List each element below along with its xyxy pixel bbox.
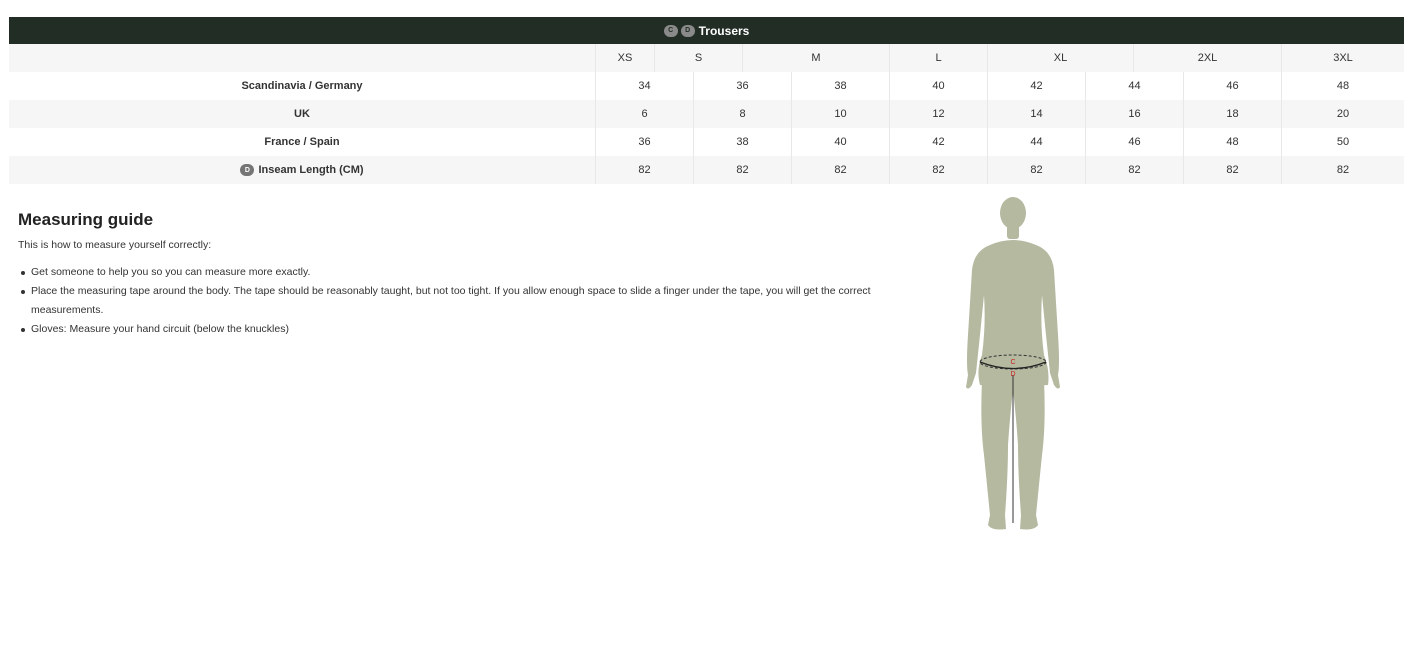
table-cell: 44 [1085, 72, 1183, 100]
measuring-guide: Measuring guide This is how to measure y… [18, 210, 918, 339]
table-cell: 46 [1085, 128, 1183, 156]
table-cell: 38 [693, 128, 791, 156]
table-cell: 42 [889, 128, 987, 156]
size-header-s: S [654, 44, 742, 72]
row-label-text: UK [294, 108, 310, 120]
size-header-m: M [742, 44, 889, 72]
table-cell: 38 [791, 72, 889, 100]
row-label-text: Inseam Length (CM) [258, 164, 364, 176]
table-cell: 18 [1183, 100, 1281, 128]
row-label-text: France / Spain [264, 136, 340, 148]
row-label: Scandinavia / Germany [9, 72, 595, 100]
table-row: France / Spain 36 38 40 42 44 46 48 50 [9, 128, 1404, 156]
body-silhouette-icon: C D [966, 197, 1060, 530]
row-label: France / Spain [9, 128, 595, 156]
guide-intro: This is how to measure yourself correctl… [18, 239, 212, 251]
row-label: UK [9, 100, 595, 128]
table-cell: 40 [889, 72, 987, 100]
size-header-empty [9, 44, 595, 72]
table-cell: 16 [1085, 100, 1183, 128]
table-cell: 36 [595, 128, 693, 156]
table-cell: 82 [1085, 156, 1183, 184]
guide-list: Get someone to help you so you can measu… [18, 263, 918, 339]
row-badge: D [240, 164, 255, 176]
row-label-text: Scandinavia / Germany [241, 80, 363, 92]
table-cell: 48 [1183, 128, 1281, 156]
body-figure: C D [960, 195, 1066, 535]
marker-d: D [1010, 371, 1015, 378]
guide-item: Gloves: Measure your hand circuit (below… [18, 320, 918, 339]
table-cell: 82 [693, 156, 791, 184]
table-row: UK 6 8 10 12 14 16 18 20 [9, 100, 1404, 128]
size-table: C D Trousers XS S M L XL 2XL 3XL Scandin… [9, 17, 1404, 184]
row-label: D Inseam Length (CM) [9, 156, 595, 184]
table-title: Trousers [698, 23, 750, 38]
table-cell: 42 [987, 72, 1085, 100]
table-cell: 82 [1183, 156, 1281, 184]
table-cell: 82 [595, 156, 693, 184]
marker-c: C [1010, 359, 1015, 366]
table-cell: 12 [889, 100, 987, 128]
table-cell: 14 [987, 100, 1085, 128]
table-cell: 20 [1281, 100, 1404, 128]
table-cell: 34 [595, 72, 693, 100]
guide-item: Get someone to help you so you can measu… [18, 263, 918, 282]
header-badge-c: C [663, 24, 678, 37]
table-cell: 44 [987, 128, 1085, 156]
size-header-row: XS S M L XL 2XL 3XL [9, 44, 1404, 72]
size-header-2xl: 2XL [1133, 44, 1281, 72]
table-cell: 36 [693, 72, 791, 100]
table-cell: 82 [889, 156, 987, 184]
table-header: C D Trousers [9, 17, 1404, 44]
guide-title: Measuring guide [18, 210, 154, 229]
size-header-xl: XL [987, 44, 1133, 72]
table-cell: 48 [1281, 72, 1404, 100]
table-cell: 8 [693, 100, 791, 128]
size-rows: Scandinavia / Germany 34 36 38 40 42 44 46 48 UK 6… [9, 72, 1404, 184]
table-cell: 82 [987, 156, 1085, 184]
table-cell: 40 [791, 128, 889, 156]
table-cell: 10 [791, 100, 889, 128]
size-header-l: L [889, 44, 987, 72]
size-header-xs: XS [595, 44, 654, 72]
table-cell: 50 [1281, 128, 1404, 156]
guide-item: Place the measuring tape around the body… [18, 282, 918, 320]
table-row: D Inseam Length (CM) 82 82 82 82 82 82 82 82 [9, 156, 1404, 184]
table-cell: 6 [595, 100, 693, 128]
table-cell: 46 [1183, 72, 1281, 100]
table-row: Scandinavia / Germany 34 36 38 40 42 44 46 48 [9, 72, 1404, 100]
table-cell: 82 [1281, 156, 1404, 184]
header-badge-d: D [680, 24, 695, 37]
table-cell: 82 [791, 156, 889, 184]
size-header-3xl: 3XL [1281, 44, 1404, 72]
